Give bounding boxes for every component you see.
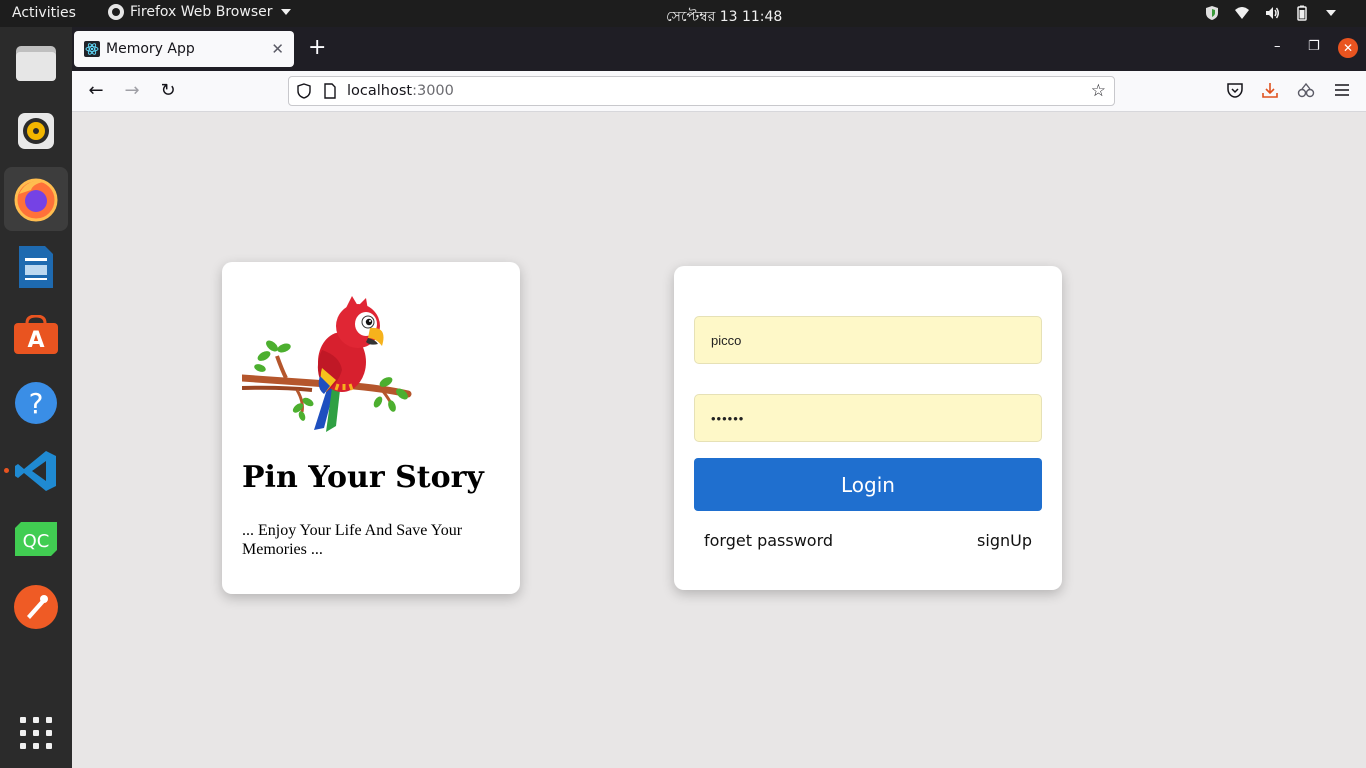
menu-icon[interactable] (1333, 81, 1351, 99)
close-tab-icon[interactable]: ✕ (271, 40, 284, 58)
firefox-icon (108, 4, 124, 20)
sync-account-icon[interactable] (1297, 81, 1315, 99)
app-menu-label: Firefox Web Browser (130, 4, 273, 20)
pocket-icon[interactable] (1226, 81, 1244, 99)
dock-help[interactable]: ? (4, 371, 68, 435)
battery-icon[interactable] (1294, 5, 1310, 21)
folder-icon (16, 46, 56, 81)
software-bag-icon: A (14, 315, 58, 354)
tab-bar: Memory App ✕ + – ❐ ✕ (72, 27, 1366, 71)
back-icon[interactable]: ← (86, 81, 106, 101)
dock-postman[interactable] (4, 575, 68, 639)
tab-memory-app[interactable]: Memory App ✕ (74, 31, 294, 67)
forward-icon[interactable]: → (122, 81, 142, 101)
app-menu[interactable]: Firefox Web Browser (108, 4, 291, 20)
dock-show-applications[interactable] (4, 701, 68, 765)
top-bar: Activities Firefox Web Browser সেপ্টেম্ব… (0, 0, 1366, 27)
dock: A ? QC (0, 27, 72, 768)
dock-ubuntu-software[interactable]: A (4, 303, 68, 367)
url-host: localhost (347, 83, 413, 99)
url-bar[interactable]: localhost:3000 ☆ (288, 76, 1115, 106)
login-button[interactable]: Login (694, 458, 1042, 511)
minimize-icon[interactable]: – (1274, 39, 1281, 54)
username-input[interactable] (694, 316, 1042, 364)
story-title: Pin Your Story (242, 460, 484, 495)
dock-firefox[interactable] (4, 167, 68, 231)
story-subtitle: ... Enjoy Your Life And Save Your Memori… (242, 522, 463, 558)
dock-qt-creator[interactable]: QC (4, 507, 68, 571)
vscode-icon (15, 451, 56, 491)
login-card: Login forget password signUp (674, 266, 1062, 590)
reload-icon[interactable]: ↻ (158, 81, 178, 101)
restore-icon[interactable]: ❐ (1308, 39, 1320, 54)
close-window-icon[interactable]: ✕ (1338, 38, 1358, 58)
system-tray[interactable] (1204, 5, 1336, 21)
download-icon[interactable] (1261, 81, 1279, 99)
speaker-icon (18, 113, 54, 149)
caret-down-icon (280, 9, 291, 15)
svg-text:?: ? (29, 387, 44, 420)
new-tab-button[interactable]: + (308, 37, 326, 59)
shield-icon[interactable] (1204, 5, 1220, 21)
svg-text:A: A (27, 328, 44, 353)
qt-creator-icon: QC (15, 522, 57, 556)
svg-text:QC: QC (23, 531, 50, 552)
help-icon: ? (15, 382, 57, 424)
app-grid-icon (20, 717, 52, 749)
tab-title: Memory App (106, 41, 195, 57)
signup-link[interactable]: signUp (977, 531, 1032, 550)
bookmark-star-icon[interactable]: ☆ (1091, 81, 1106, 101)
nav-bar: ← → ↻ localhost:3000 ☆ (72, 71, 1366, 112)
dock-rhythmbox[interactable] (4, 99, 68, 163)
dock-files[interactable] (4, 31, 68, 95)
parrot-illustration (242, 296, 412, 432)
url-port: :3000 (412, 83, 454, 99)
password-input[interactable] (694, 394, 1042, 442)
forget-password-link[interactable]: forget password (704, 531, 833, 550)
intro-card: Pin Your Story ... Enjoy Your Life And S… (222, 262, 520, 594)
dock-libreoffice-writer[interactable] (4, 235, 68, 299)
page-icon (324, 83, 336, 99)
shield-icon[interactable] (297, 83, 311, 99)
clock[interactable]: সেপ্টেম্বর 13 11:48 (666, 5, 782, 29)
caret-down-icon[interactable] (1326, 10, 1336, 16)
dock-vscode[interactable] (4, 439, 68, 503)
firefox-icon (14, 178, 58, 222)
postman-icon (14, 585, 58, 629)
activities-button[interactable]: Activities (12, 5, 76, 21)
writer-icon (19, 246, 53, 288)
react-icon (84, 41, 100, 57)
page-content: Pin Your Story ... Enjoy Your Life And S… (72, 112, 1366, 768)
volume-icon[interactable] (1264, 5, 1280, 21)
wifi-icon[interactable] (1234, 5, 1250, 21)
